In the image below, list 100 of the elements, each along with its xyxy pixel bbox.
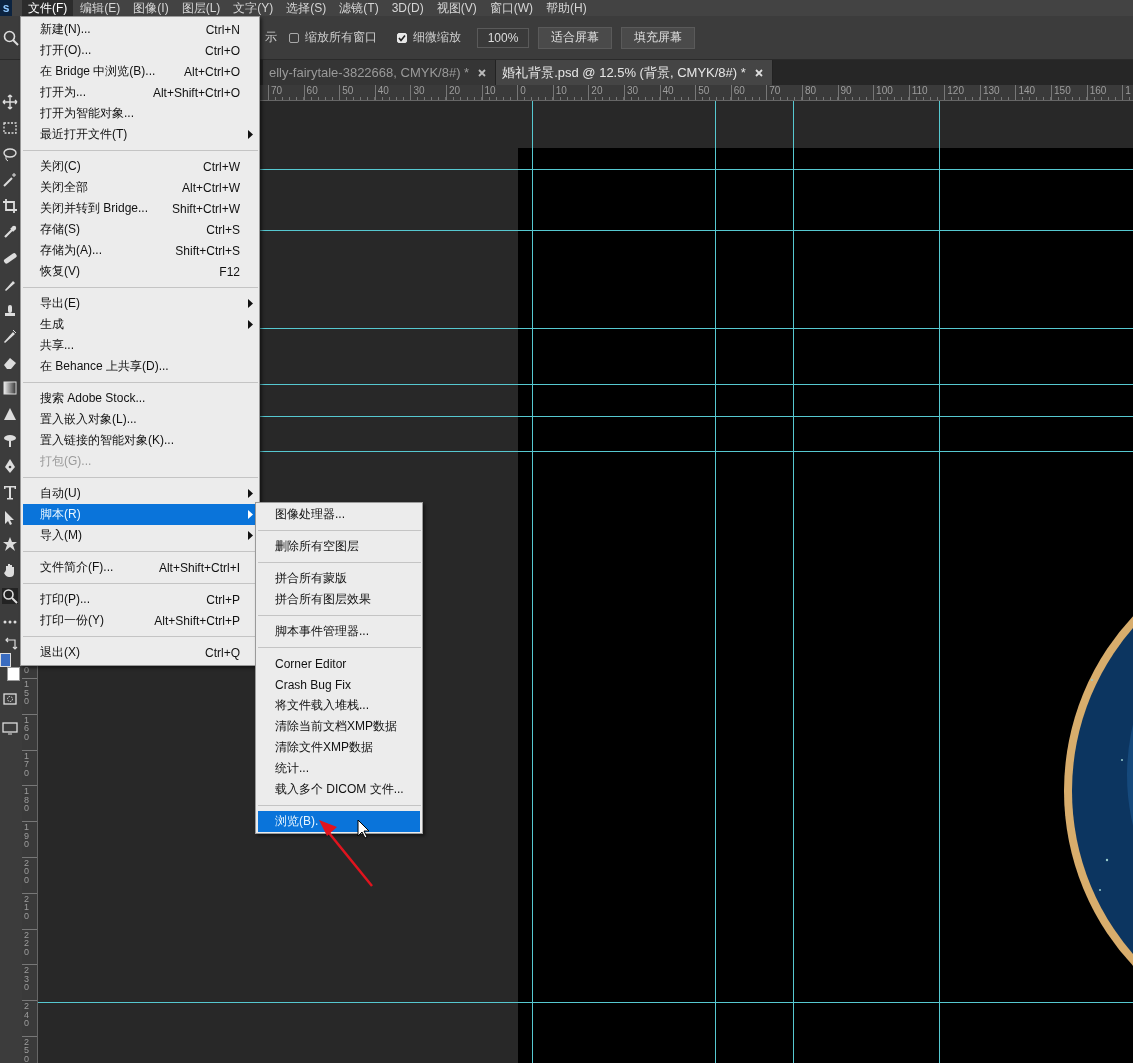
ruler-label: 170 — [24, 751, 29, 778]
menu-item[interactable]: 脚本(R) — [23, 504, 257, 525]
screen-mode-icon[interactable] — [2, 720, 18, 736]
swap-icon[interactable] — [3, 637, 19, 651]
menu-item[interactable]: 关闭(C) Ctrl+W — [23, 156, 257, 177]
menu-item[interactable]: 自动(U) — [23, 483, 257, 504]
menu-item[interactable]: 关闭全部 Alt+Ctrl+W — [23, 177, 257, 198]
app-logo: s — [0, 0, 12, 16]
menu-item[interactable]: 打开(O)... Ctrl+O — [23, 40, 257, 61]
menu-item[interactable]: 打开为智能对象... — [23, 103, 257, 124]
menu-item[interactable]: 脚本事件管理器... — [258, 621, 420, 642]
menu-item[interactable]: 编辑(E) — [74, 0, 127, 16]
menu-item[interactable]: 导出(E) — [23, 293, 257, 314]
menu-item[interactable]: 滤镜(T) — [333, 0, 385, 16]
star-icon[interactable] — [2, 536, 18, 552]
menu-item[interactable]: 打印一份(Y) Alt+Shift+Ctrl+P — [23, 610, 257, 631]
menu-item[interactable]: 关闭并转到 Bridge... Shift+Ctrl+W — [23, 198, 257, 219]
menu-item[interactable]: 图像(I) — [127, 0, 175, 16]
menu-item[interactable]: 帮助(H) — [540, 0, 593, 16]
menu-item[interactable]: 图像处理器... — [258, 504, 420, 525]
document-tab[interactable]: 婚礼背景.psd @ 12.5% (背景, CMYK/8#) * — [496, 60, 773, 85]
menu-item[interactable]: 打开为... Alt+Shift+Ctrl+O — [23, 82, 257, 103]
triangle-icon[interactable] — [2, 406, 18, 422]
quick-mask-icon[interactable] — [2, 691, 18, 707]
close-icon[interactable] — [754, 68, 763, 77]
ruler-label: 240 — [24, 1002, 29, 1028]
ruler-label: 180 — [24, 787, 29, 813]
menu-item[interactable]: 拼合所有蒙版 — [258, 568, 420, 589]
menu-item[interactable]: 清除文件XMP数据 — [258, 737, 420, 758]
menu-item[interactable]: Corner Editor — [258, 653, 420, 674]
search-icon[interactable] — [3, 29, 19, 46]
menu-item[interactable]: 拼合所有图层效果 — [258, 589, 420, 610]
ruler-label: 130 — [982, 85, 1000, 96]
menu-item[interactable]: 选择(S) — [280, 0, 333, 16]
menu-item[interactable]: 清除当前文档XMP数据 — [258, 716, 420, 737]
marquee-icon[interactable] — [2, 120, 18, 136]
ruler-label: 70 — [769, 85, 781, 96]
menu-item[interactable]: 文件简介(F)... Alt+Shift+Ctrl+I — [23, 557, 257, 578]
ruler-label: 60 — [306, 85, 318, 96]
magic-wand-icon[interactable] — [2, 172, 18, 188]
menu-item[interactable]: 共享... — [23, 335, 257, 356]
ruler-label: 30 — [626, 85, 639, 96]
menu-item[interactable]: 在 Behance 上共享(D)... — [23, 356, 257, 377]
menu-item[interactable]: 最近打开文件(T) — [23, 124, 257, 145]
ruler-label: 10 — [555, 85, 567, 96]
menu-item[interactable]: 搜索 Adobe Stock... — [23, 388, 257, 409]
menu-item[interactable]: 统计... — [258, 758, 420, 779]
zoom-tool-icon[interactable] — [2, 588, 18, 604]
menu-item[interactable]: 删除所有空图层 — [258, 536, 420, 557]
menu-item[interactable]: 生成 — [23, 314, 257, 335]
ruler-label: 250 — [24, 1037, 29, 1063]
menu-item[interactable]: 置入链接的智能对象(K)... — [23, 430, 257, 451]
checkbox[interactable] — [289, 32, 299, 43]
menu-item[interactable]: 新建(N)... Ctrl+N — [23, 19, 257, 40]
lasso-icon[interactable] — [2, 146, 18, 162]
type-tool-icon[interactable] — [2, 484, 18, 500]
move-icon[interactable] — [2, 94, 18, 110]
checkbox-label: 细微缩放 — [413, 29, 461, 46]
ruler-label: 0 — [520, 85, 526, 96]
background-color-swatch[interactable] — [7, 667, 20, 681]
ruler-label: 20 — [591, 85, 603, 96]
menu-item[interactable]: 存储(S) Ctrl+S — [23, 219, 257, 240]
menu-item[interactable]: 图层(L) — [175, 0, 227, 16]
lollipop-icon[interactable] — [2, 432, 18, 448]
close-icon[interactable] — [478, 68, 487, 77]
gradient-icon[interactable] — [2, 380, 18, 396]
menu-item[interactable]: 将文件载入堆栈... — [258, 695, 420, 716]
ruler-label: 100 — [876, 85, 893, 96]
foreground-color-swatch[interactable] — [0, 653, 11, 667]
cursor-icon — [357, 819, 370, 839]
menu-item[interactable]: 3D(D) — [385, 0, 430, 16]
ruler-label: 120 — [947, 85, 964, 96]
brush-icon[interactable] — [2, 328, 18, 344]
menu-item[interactable]: 在 Bridge 中浏览(B)... Alt+Ctrl+O — [23, 61, 257, 82]
menu-item[interactable]: 存储为(A)... Shift+Ctrl+S — [23, 240, 257, 261]
menu-item[interactable]: 浏览(B). — [258, 811, 420, 832]
stamp-icon[interactable] — [2, 302, 18, 318]
crop-icon[interactable] — [2, 198, 18, 214]
ruler-label: 80 — [804, 85, 817, 96]
menu-item[interactable]: 窗口(W) — [483, 0, 539, 16]
menu-item[interactable]: 视图(V) — [430, 0, 483, 16]
pen-icon[interactable] — [2, 458, 18, 474]
ruler-label: 30 — [413, 85, 425, 96]
zoom-button[interactable]: 适合屏幕 — [538, 26, 612, 49]
menu-item[interactable]: 置入嵌入对象(L)... — [23, 409, 257, 430]
menu-item[interactable]: 打印(P)... Ctrl+P — [23, 589, 257, 610]
ruler-label: 40 — [377, 85, 389, 96]
ruler-label: 200 — [24, 859, 29, 885]
menu-item[interactable]: 文字(Y) — [227, 0, 280, 16]
eyedropper-icon[interactable] — [2, 224, 18, 240]
ruler-label: 190 — [24, 823, 29, 849]
menu-item[interactable]: 退出(X) Ctrl+Q — [23, 642, 257, 663]
zoom-field[interactable]: 100% — [477, 27, 529, 48]
menu-item[interactable]: 恢复(V) F12 — [23, 261, 257, 282]
document-tab[interactable]: elly-fairytale-3822668, CMYK/8#) * — [263, 60, 497, 85]
zoom-button[interactable]: 填充屏幕 — [621, 26, 695, 49]
menu-item[interactable]: 导入(M) — [23, 525, 257, 546]
menu-item[interactable]: 载入多个 DICOM 文件... — [258, 779, 420, 800]
menu-item[interactable]: 文件(F) — [22, 0, 74, 16]
menu-item[interactable]: Crash Bug Fix — [258, 674, 420, 695]
